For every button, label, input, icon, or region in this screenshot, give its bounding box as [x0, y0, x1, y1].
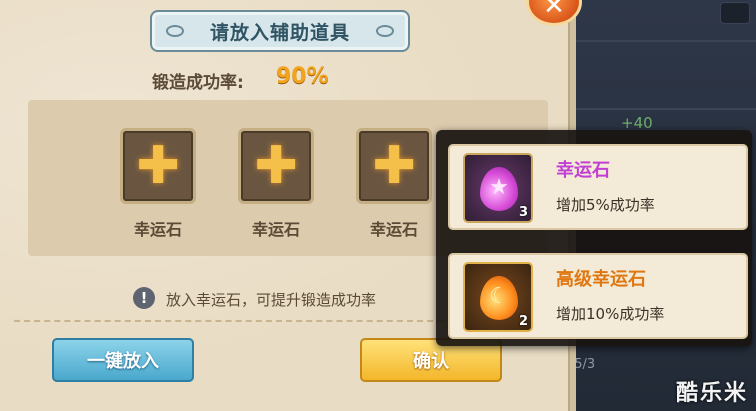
item-icon-frame: ★ 3 — [463, 153, 533, 223]
success-rate-label: 锻造成功率: — [152, 73, 244, 93]
scroll-ornament-icon — [376, 25, 394, 37]
item-name: 幸运石 — [556, 160, 610, 181]
item-card-lucky-stone[interactable]: ★ 3 幸运石 增加5%成功率 — [448, 144, 748, 230]
success-rate-value: 90% — [276, 64, 329, 89]
item-count: 2 — [518, 314, 528, 329]
item-slot-1[interactable]: ✚ — [120, 128, 196, 204]
item-desc: 增加10%成功率 — [556, 305, 665, 323]
watermark: 酷乐米 — [675, 381, 748, 406]
hint-text: 放入幸运石，可提升锻造成功率 — [166, 291, 377, 309]
settings-icon[interactable] — [720, 2, 750, 24]
item-name: 高级幸运石 — [556, 269, 646, 290]
slot-label: 幸运石 — [369, 220, 418, 239]
slot-label: 幸运石 — [133, 220, 182, 239]
item-slot-3[interactable]: ✚ — [356, 128, 432, 204]
background-stripe — [560, 40, 756, 42]
moon-icon: ☾ — [489, 284, 509, 309]
one-click-put-button[interactable]: 一键放入 — [52, 338, 194, 382]
plus-icon: ✚ — [254, 136, 298, 196]
item-desc: 增加5%成功率 — [556, 196, 655, 214]
scroll-ornament-icon — [166, 25, 184, 37]
item-icon-frame: ☾ 2 — [463, 262, 533, 332]
background-stripe — [560, 108, 756, 110]
dialog-title-banner: 请放入辅助道具 — [150, 10, 410, 52]
item-count: 3 — [518, 205, 528, 220]
item-card-advanced-lucky-stone[interactable]: ☾ 2 高级幸运石 增加10%成功率 — [448, 253, 748, 339]
dialog-title: 请放入辅助道具 — [209, 21, 350, 44]
item-slot-2[interactable]: ✚ — [238, 128, 314, 204]
close-icon: ✕ — [543, 0, 565, 21]
plus-icon: ✚ — [136, 136, 180, 196]
plus-icon: ✚ — [372, 136, 416, 196]
star-icon: ★ — [489, 175, 509, 200]
info-icon: ! — [133, 287, 155, 309]
slot-label: 幸运石 — [251, 220, 300, 239]
